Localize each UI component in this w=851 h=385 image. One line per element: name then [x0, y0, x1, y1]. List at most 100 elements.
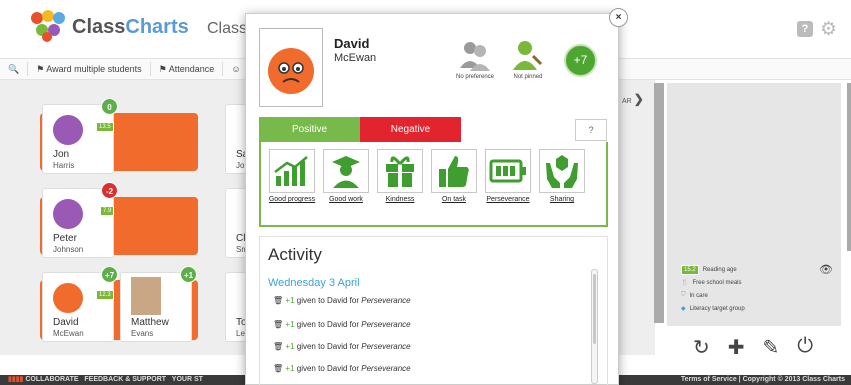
activity-behaviour: Perseverance	[361, 296, 411, 305]
points-total: +7	[564, 44, 597, 77]
hands-icon	[539, 149, 585, 193]
activity-scrollbar[interactable]	[591, 269, 598, 384]
divider	[222, 62, 224, 76]
activity-text: given to David for	[296, 364, 360, 373]
student-card[interactable]: Peter Johnson	[42, 188, 114, 258]
logo-mark-icon	[28, 10, 66, 44]
behaviour-help-button[interactable]: ?	[575, 119, 607, 141]
student-last-name: Johnson	[53, 245, 84, 254]
points-badge: +1	[180, 266, 197, 283]
trash-icon[interactable]: 🗑	[273, 296, 283, 305]
student-first-name: Jon	[53, 149, 70, 160]
footer-link-your[interactable]: YOUR ST	[172, 376, 203, 383]
behaviour-perseverance[interactable]: Perseverance	[485, 149, 531, 225]
tab-negative[interactable]: Negative	[360, 117, 461, 142]
legend-fsm: 🍴 Free school meals	[681, 279, 742, 287]
behaviour-sharing[interactable]: Sharing	[539, 149, 585, 225]
legend-label: In care	[689, 292, 708, 299]
legend-label: Reading age	[702, 267, 737, 273]
trash-icon[interactable]: 🗑	[273, 364, 283, 373]
trash-icon[interactable]: 🗑	[273, 342, 283, 351]
activity-panel: Activity Wednesday 3 April 🗑 +1 given to…	[259, 236, 608, 385]
graduate-icon	[323, 149, 369, 193]
plus-icon[interactable]: ✚	[728, 335, 745, 360]
thumbs-up-icon	[431, 149, 477, 193]
pencil-icon[interactable]: ✎	[763, 335, 780, 360]
behaviour-label: Good progress	[268, 196, 316, 203]
meal-icon: 🍴	[681, 280, 689, 286]
pin-status[interactable]: Not pinned	[506, 40, 550, 80]
behaviour-good-work[interactable]: Good work	[323, 149, 369, 225]
legend-label: Literacy target group	[689, 305, 745, 312]
close-button[interactable]: ×	[609, 8, 628, 27]
attendance-button[interactable]: ⚑ Attendance	[159, 64, 215, 75]
avatar	[268, 48, 314, 94]
activity-title: Activity	[268, 245, 322, 264]
gift-icon	[377, 149, 423, 193]
scroll-bar[interactable]	[847, 83, 851, 251]
tab-positive[interactable]: Positive	[259, 117, 360, 142]
legend-reading-age: 15.2 Reading age	[681, 265, 737, 275]
student-first-name: David	[334, 36, 370, 51]
student-last-name: Le	[236, 329, 245, 338]
divider	[27, 62, 29, 76]
points-badge: +7	[101, 266, 118, 283]
award-multiple-button[interactable]: ⚑ Award multiple students	[36, 64, 141, 75]
activity-row: 🗑 +1 given to David for Perseverance	[273, 320, 411, 329]
behaviour-label: Good work	[329, 196, 363, 203]
eye-icon[interactable]: 👁	[819, 263, 833, 276]
footer-link-collaborate[interactable]: COLLABORATE	[25, 376, 78, 383]
shield-icon: ⛉	[681, 292, 686, 298]
behaviour-label: On task	[441, 196, 467, 203]
power-icon[interactable]: ⏻	[797, 335, 813, 360]
seating-preference[interactable]: No preference	[450, 40, 500, 80]
behaviour-on-task[interactable]: On task	[431, 149, 477, 225]
activity-behaviour: Perseverance	[361, 320, 411, 329]
book-icon: ◆	[681, 306, 686, 312]
refresh-icon[interactable]: ↻	[693, 335, 710, 360]
nav-label: AR ❯	[622, 92, 644, 106]
student-first-name: David	[53, 317, 79, 328]
student-card[interactable]: Jon Harris	[42, 104, 114, 174]
legend-label: Free school meals	[692, 279, 742, 286]
attendance-label: Attendance	[168, 63, 215, 74]
logo-text: ClassCharts	[72, 15, 189, 38]
behaviour-good-progress[interactable]: Good progress	[269, 149, 315, 225]
activity-date: Wednesday 3 April	[268, 277, 360, 289]
student-last-name: McEwan	[53, 329, 84, 338]
chart-icon	[269, 149, 315, 193]
behaviour-label: Kindness	[385, 196, 415, 203]
help-button[interactable]: ?	[797, 21, 813, 37]
activity-points: +1	[285, 342, 295, 351]
student-portrait	[259, 28, 323, 107]
divider	[149, 62, 151, 76]
trash-icon[interactable]: 🗑	[273, 320, 283, 329]
student-last-name: Harris	[53, 161, 75, 170]
student-card[interactable]: David McEwan	[42, 272, 114, 342]
reading-age-badge: 13.5	[96, 122, 114, 132]
activity-points: +1	[285, 364, 295, 373]
pin-person-icon	[513, 41, 543, 70]
student-last-name: Evans	[131, 329, 154, 338]
chevron-right-icon[interactable]: ❯	[634, 92, 644, 106]
behaviour-kindness[interactable]: Kindness	[377, 149, 423, 225]
legend-literacy: ◆ Literacy target group	[681, 305, 745, 313]
legend-in-care: ⛉ In care	[681, 292, 708, 299]
footer-copyright[interactable]: Terms of Service | Copyright © 2013 Clas…	[681, 375, 845, 385]
activity-text: given to David for	[296, 342, 360, 351]
footer-link-feedback[interactable]: FEEDBACK & SUPPORT	[84, 376, 166, 383]
activity-behaviour: Perseverance	[361, 364, 411, 373]
activity-row: 🗑 +1 given to David for Perseverance	[273, 296, 411, 305]
student-card[interactable]: Matthew Evans	[120, 272, 192, 342]
logo[interactable]: ClassCharts	[28, 10, 189, 44]
preference-label: No preference	[455, 74, 495, 80]
gear-icon[interactable]: ⚙	[820, 18, 837, 41]
student-last-name: McEwan	[334, 52, 377, 64]
points-badge: 0	[101, 98, 118, 115]
avatar	[53, 115, 83, 145]
zoom-out-icon[interactable]: 🔍	[8, 64, 19, 75]
user-icon[interactable]: ☺	[231, 64, 240, 74]
scroll-thumb[interactable]	[593, 274, 596, 344]
behaviour-label: Perseverance	[486, 196, 530, 203]
scroll-bar[interactable]	[654, 83, 664, 323]
